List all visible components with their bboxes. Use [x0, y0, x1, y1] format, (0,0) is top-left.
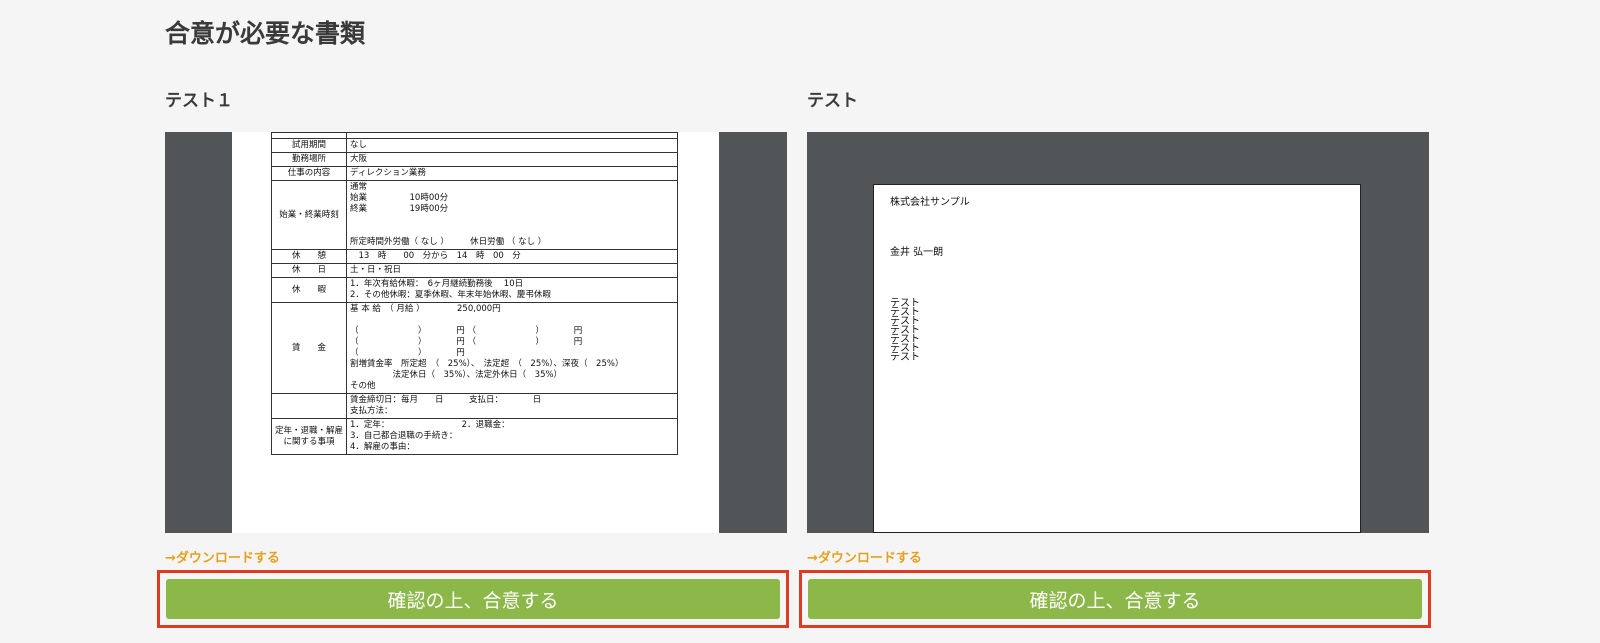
- document-preview[interactable]: 試用期間 なし 勤務場所 大阪 仕事の内容 ディレクション業務 始業・終業時刻 通常 始業 1…: [165, 132, 787, 533]
- contract-row: 休 憩 13 時 00 分から 14 時 00 分: [270, 249, 678, 264]
- contract-row-value: なし: [346, 138, 678, 153]
- agree-button-highlight: 確認の上、合意する: [799, 570, 1431, 628]
- download-link[interactable]: →ダウンロードする: [807, 547, 922, 566]
- contract-row-label: 仕事の内容: [270, 166, 348, 181]
- document-title: テスト: [807, 91, 858, 111]
- contract-row: 定年・退職・解雇 に関する事項 1．定年： 2．退職金： 3．自己都合退職の手続き…: [270, 418, 678, 455]
- contract-row: 勤務場所 大阪: [270, 152, 678, 167]
- preview-page: 株式会社サンプル 金井 弘一朗 テスト テスト テスト テスト テスト テスト …: [873, 184, 1361, 533]
- contract-row-label: [270, 393, 348, 419]
- contract-row-value: 賃金締切日：毎月 日 支払日： 日 支払方法：: [346, 393, 678, 419]
- download-link[interactable]: →ダウンロードする: [165, 547, 280, 566]
- page-title: 合意が必要な書類: [165, 19, 366, 48]
- contract-row: 試用期間 なし: [270, 138, 678, 153]
- contract-row: 仕事の内容 ディレクション業務: [270, 166, 678, 181]
- contract-row-value: 通常 始業 10時00分 終業 19時00分 所定時間外労働（ なし ） 休日労…: [346, 180, 678, 250]
- contract-row-label: 勤務場所: [270, 152, 348, 167]
- agree-button[interactable]: 確認の上、合意する: [166, 579, 780, 619]
- document-preview[interactable]: 株式会社サンプル 金井 弘一朗 テスト テスト テスト テスト テスト テスト …: [807, 132, 1429, 533]
- contract-table: 試用期間 なし 勤務場所 大阪 仕事の内容 ディレクション業務 始業・終業時刻 通常 始業 1…: [270, 132, 678, 455]
- contract-row-label: 定年・退職・解雇 に関する事項: [270, 418, 348, 455]
- document-card-1: テスト１ 試用期間 なし 勤務場所 大阪 仕事の内容 ディレクション業務 始業・終業時刻 通常…: [157, 88, 789, 628]
- contract-row-value: 土・日・祝日: [346, 263, 678, 278]
- agree-button[interactable]: 確認の上、合意する: [808, 579, 1422, 619]
- contract-row-label: 賃 金: [270, 302, 348, 394]
- letter-company: 株式会社サンプル: [890, 197, 970, 208]
- contract-row-label: 試用期間: [270, 138, 348, 153]
- contract-row-value: 基 本 給 （ 月給 ） 250,000円 （ ） 円 （ ） 円 （ ） 円 …: [346, 302, 678, 394]
- contract-row: 賃 金基 本 給 （ 月給 ） 250,000円 （ ） 円 （ ） 円 （ ）…: [270, 302, 678, 394]
- contract-row-value: ディレクション業務: [346, 166, 678, 181]
- contract-row-label: 始業・終業時刻: [270, 180, 348, 250]
- letter-recipient: 金井 弘一朗: [890, 247, 944, 258]
- preview-page: 試用期間 なし 勤務場所 大阪 仕事の内容 ディレクション業務 始業・終業時刻 通常 始業 1…: [232, 132, 719, 533]
- contract-row: 賃金締切日：毎月 日 支払日： 日 支払方法：: [270, 393, 678, 419]
- contract-row-label: 休 日: [270, 263, 348, 278]
- document-title: テスト１: [165, 91, 233, 111]
- contract-row: 始業・終業時刻 通常 始業 10時00分 終業 19時00分 所定時間外労働（ な…: [270, 180, 678, 250]
- letter-body: テスト テスト テスト テスト テスト テスト テスト: [890, 298, 920, 363]
- contract-row-label: 休 憩: [270, 249, 348, 264]
- contract-row-value: 大阪: [346, 152, 678, 167]
- contract-row-label: 休 暇: [270, 277, 348, 303]
- contract-row-value: 13 時 00 分から 14 時 00 分: [346, 249, 678, 264]
- contract-row: 休 日土・日・祝日: [270, 263, 678, 278]
- agree-button-highlight: 確認の上、合意する: [157, 570, 789, 628]
- contract-row-value: 1．定年： 2．退職金： 3．自己都合退職の手続き： 4．解雇の事由：: [346, 418, 678, 455]
- contract-row: 休 暇 1．年次有給休暇： 6ヶ月継続勤務後 10日 2．その他休暇：夏季休暇、年…: [270, 277, 678, 303]
- contract-row-value: 1．年次有給休暇： 6ヶ月継続勤務後 10日 2．その他休暇：夏季休暇、年末年始…: [346, 277, 678, 303]
- document-card-2: テスト 株式会社サンプル 金井 弘一朗 テスト テスト テスト テスト テスト …: [799, 88, 1431, 628]
